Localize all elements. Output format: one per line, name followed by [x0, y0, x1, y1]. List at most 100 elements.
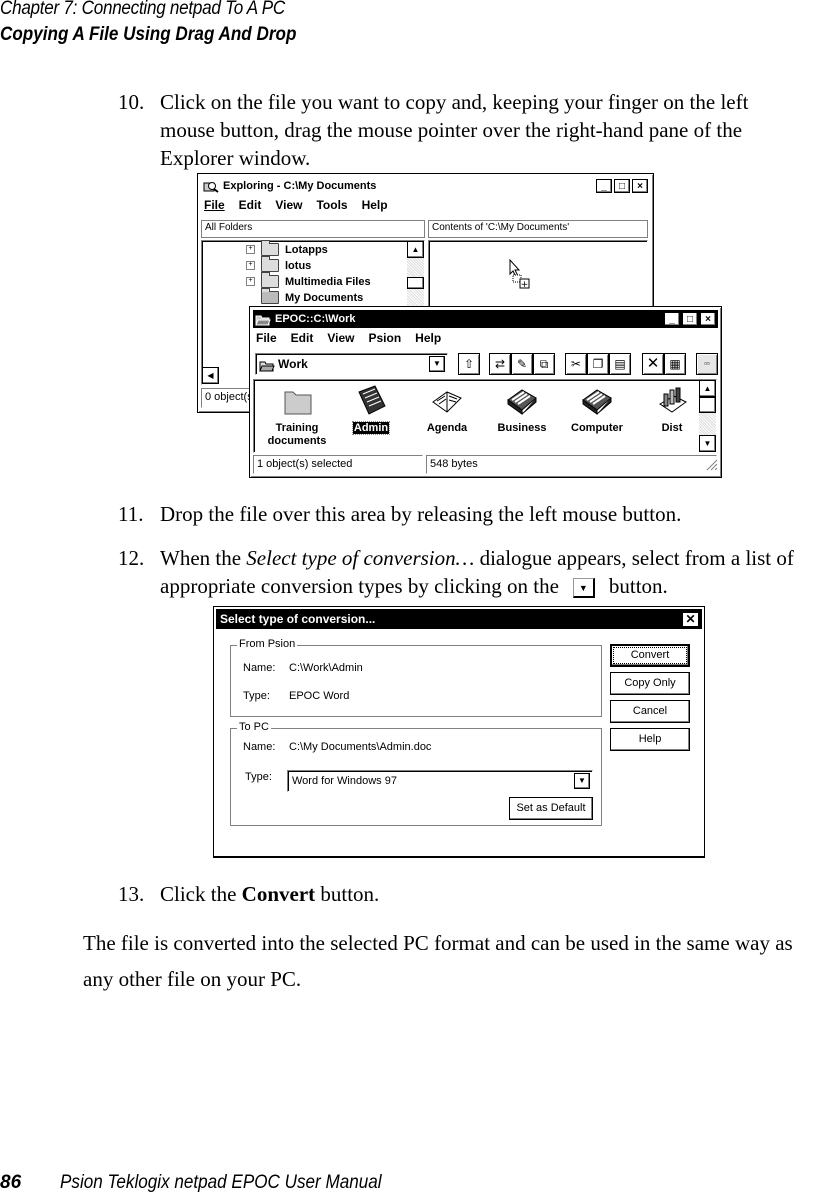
scroll-up-button[interactable]: ▲ [407, 241, 424, 258]
open-folder-icon [261, 288, 279, 304]
tree-item-lotus[interactable]: + lotus [246, 256, 311, 272]
step-text: Drop the file over this area by releasin… [160, 502, 682, 526]
file-label: Computer [571, 422, 623, 434]
text-run: When the [160, 546, 247, 570]
to-name-label: Name: [243, 741, 276, 753]
tree-item-label: Lotapps [285, 243, 328, 256]
from-name-value: C:\Work\Admin [289, 662, 363, 674]
minimize-button[interactable]: _ [664, 312, 680, 326]
open-folder-icon [259, 358, 275, 378]
scroll-thumb[interactable] [407, 277, 424, 289]
map-drive-button[interactable]: ⇄ [489, 353, 511, 375]
scroll-up-button[interactable]: ▲ [699, 380, 716, 397]
convert-button[interactable]: Convert [610, 644, 690, 667]
chapter-title: Chapter 7: Connecting netpad To A PC [0, 0, 285, 19]
cancel-button[interactable]: Cancel [610, 700, 690, 723]
step-10: 10. Click on the file you want to copy a… [118, 88, 818, 178]
scroll-thumb[interactable] [699, 397, 716, 413]
expand-icon[interactable]: + [246, 245, 255, 254]
menu-edit[interactable]: Edit [239, 198, 262, 212]
group-label: To PC [237, 721, 271, 733]
expand-icon[interactable]: + [246, 261, 255, 270]
up-folder-button[interactable]: ⇧ [458, 353, 480, 375]
disconnect-button[interactable]: ✎ [511, 353, 533, 375]
properties-button[interactable]: ▦ [664, 353, 686, 375]
file-list-scrollbar[interactable]: ▲ ▼ [699, 380, 716, 452]
to-name-value: C:\My Documents\Admin.doc [289, 741, 432, 753]
expand-icon[interactable]: + [246, 277, 255, 286]
menu-help[interactable]: Help [415, 331, 441, 345]
conclusion-paragraph: The file is converted into the selected … [83, 931, 793, 991]
from-psion-group: From Psion Name: C:\Work\Admin Type: EPO… [230, 638, 602, 717]
tree-item-label: My Documents [285, 291, 364, 304]
menu-help[interactable]: Help [362, 198, 388, 212]
large-icons-button[interactable]: ▫▫ [696, 353, 718, 375]
step-number: 13. [118, 882, 145, 906]
contents-header: Contents of 'C:\My Documents' [428, 220, 648, 238]
menu-psion[interactable]: Psion [368, 331, 401, 345]
tree-item-label: Multimedia Files [285, 275, 371, 288]
tree-item-my-documents[interactable]: My Documents [261, 288, 364, 304]
step-text: When the Select type of conversion… dial… [160, 544, 800, 600]
epoc-toolbar: Work ▼ ⇧ ⇄ ✎ ⧉ ✂ ❐ ▤ ✕ ▦ ▫▫ [255, 353, 718, 377]
menu-view[interactable]: View [327, 331, 354, 345]
delete-button[interactable]: ✕ [642, 353, 664, 375]
sheet-icon [654, 384, 690, 418]
to-type-label: Type: [245, 771, 272, 783]
scroll-left-button[interactable]: ◀ [202, 367, 219, 384]
convert-ref: Convert [241, 882, 316, 906]
minimize-button[interactable]: _ [596, 179, 612, 193]
folder-icon [261, 256, 279, 272]
epoc-titlebar[interactable]: EPOC::C:\Work _ □ × [253, 310, 718, 328]
close-button[interactable]: × [632, 179, 648, 193]
cut-button[interactable]: ✂ [565, 353, 587, 375]
explorer-titlebar[interactable]: Exploring - C:\My Documents _ □ × [201, 177, 650, 195]
dialog-titlebar[interactable]: Select type of conversion... ✕ [216, 609, 702, 629]
status-selection: 1 object(s) selected [253, 455, 423, 474]
from-name-label: Name: [243, 662, 276, 674]
copy-to-button[interactable]: ⧉ [533, 353, 555, 375]
to-pc-group: To PC Name: C:\My Documents\Admin.doc Ty… [230, 721, 602, 826]
file-item-admin[interactable]: Admin [328, 384, 414, 435]
copy-only-button[interactable]: Copy Only [610, 672, 690, 695]
location-combo[interactable]: Work ▼ [255, 353, 448, 375]
resize-grip-icon[interactable] [706, 459, 718, 474]
drag-copy-cursor-icon: + [509, 258, 531, 292]
menu-file[interactable]: File [204, 198, 225, 212]
tree-item-multimedia-files[interactable]: + Multimedia Files [246, 272, 371, 288]
explorer-title: Exploring - C:\My Documents [223, 180, 377, 192]
menu-view[interactable]: View [275, 198, 302, 212]
text-run: button. [608, 574, 668, 598]
explorer-magnifier-icon [203, 180, 219, 193]
from-type-label: Type: [243, 690, 270, 702]
dropdown-arrow-icon[interactable]: ▼ [429, 356, 445, 372]
file-item-agenda[interactable]: Agenda [404, 384, 490, 435]
convert-label: Convert [613, 647, 687, 664]
file-item-business[interactable]: Business [479, 384, 565, 435]
set-as-default-button[interactable]: Set as Default [509, 797, 593, 820]
text-run: Click the [160, 882, 242, 906]
file-item-computer[interactable]: Computer [554, 384, 640, 435]
file-list[interactable]: Training documents Admin Agenda Business… [253, 379, 717, 453]
open-folder-icon [255, 313, 271, 326]
help-button[interactable]: Help [610, 728, 690, 751]
menu-file[interactable]: File [256, 331, 277, 345]
text-run: button. [315, 882, 380, 906]
menu-edit[interactable]: Edit [291, 331, 314, 345]
menu-tools[interactable]: Tools [316, 198, 347, 212]
pc-type-select[interactable]: Word for Windows 97 ▼ [287, 770, 593, 792]
dropdown-arrow-icon: ▼ [572, 578, 595, 599]
maximize-button[interactable]: □ [614, 179, 630, 193]
file-label: Agenda [426, 422, 468, 434]
copy-button[interactable]: ❐ [587, 353, 609, 375]
tree-item-lotapps[interactable]: + Lotapps [246, 240, 328, 256]
paste-button[interactable]: ▤ [609, 353, 631, 375]
close-button[interactable]: ✕ [682, 611, 699, 627]
maximize-button[interactable]: □ [682, 312, 698, 326]
close-button[interactable]: × [700, 312, 716, 326]
scroll-down-button[interactable]: ▼ [699, 435, 716, 452]
dialog-title: Select type of conversion... [220, 612, 376, 626]
dropdown-arrow-icon[interactable]: ▼ [574, 773, 590, 789]
epoc-window: EPOC::C:\Work _ □ × File Edit View Psion… [249, 306, 722, 478]
group-label: From Psion [237, 638, 298, 650]
